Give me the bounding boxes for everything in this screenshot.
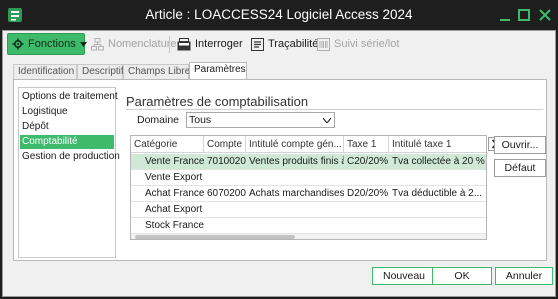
tab-identification[interactable]: Identification [13,64,77,80]
cell-compte [204,202,246,218]
accounting-grid: Catégorie Compte Intitulé compte gén... … [130,135,487,240]
article-dialog: Fonctions Nomenclature Interroger Traçab… [2,30,556,297]
fonctions-label: Fonctions [28,38,76,50]
chevron-down-icon [323,118,331,123]
cell-compte [204,170,246,186]
cell-categorie: Vente Export [145,172,203,183]
sidebar-item-options-traitement[interactable]: Options de traitement [20,90,118,104]
column-header-intitule-taxe1[interactable]: Intitulé taxe 1 [389,136,486,153]
cell-intitule-taxe1 [389,218,486,234]
sidebar-item-depot[interactable]: Dépôt [20,120,114,134]
cell-intitule-compte: Ventes produits finis à... [249,156,344,167]
nouveau-button[interactable]: Nouveau [372,267,436,285]
parameter-categories-list: Options de traitement Logistique Dépôt C… [18,87,120,258]
sidebar-item-logistique[interactable]: Logistique [20,105,114,119]
cell-intitule-compte: Achats marchandises ... [249,188,344,199]
cell-intitule-taxe1 [389,202,486,218]
cell-categorie: Stock France [145,220,204,231]
sidebar-item-comptabilite[interactable]: Comptabilité [20,135,114,149]
section-title: Paramètres de comptabilisation [126,94,309,109]
toolbar: Fonctions Nomenclature Interroger Traçab… [3,31,555,58]
cell-taxe1 [344,218,389,234]
suivi-serie-lot-button[interactable]: Suivi série/lot [313,33,403,55]
cell-taxe1: C20/20% [347,156,389,167]
defaut-button[interactable]: Défaut [494,159,546,177]
column-header-intitule-compte[interactable]: Intitulé compte gén... [246,136,344,153]
cell-categorie: Achat France [145,188,204,199]
tab-champs-libres[interactable]: Champs Libres [123,64,195,80]
section-divider [126,109,543,110]
tracabilite-label: Traçabilité [268,38,319,50]
sidebar-item-gestion-production[interactable]: Gestion de production [20,150,120,164]
table-row[interactable]: Achat France 60702000 Achats marchandise… [131,186,486,202]
close-icon[interactable] [534,4,556,26]
nomenclature-label: Nomenclature [108,38,177,50]
title-bar: Article : LOACCESS24 Logiciel Access 202… [0,0,558,30]
horizontal-scrollbar[interactable] [131,234,486,239]
barcode-icon [317,37,330,51]
gear-icon [12,38,24,50]
cell-taxe1 [344,170,389,186]
domain-value: Tous [189,114,212,126]
annuler-button[interactable]: Annuler [495,267,553,285]
ok-button[interactable]: OK [432,267,492,285]
grid-header: Catégorie Compte Intitulé compte gén... … [131,136,486,153]
cell-intitule-compte [246,218,344,234]
cell-intitule-compte [246,202,344,218]
tab-parametres[interactable]: Paramètres [189,62,247,80]
table-row[interactable]: Vente Export [131,170,486,186]
domain-select[interactable]: Tous [186,112,335,128]
toolbar-separator [169,36,170,53]
parametres-panel: Options de traitement Logistique Dépôt C… [13,79,547,261]
table-row[interactable]: Achat Export [131,202,486,218]
cell-compte [204,218,246,234]
fonctions-button[interactable]: Fonctions [7,33,87,55]
nomenclature-button[interactable]: Nomenclature [87,33,180,55]
maximize-icon[interactable] [513,4,535,26]
traceability-icon [251,37,264,51]
cell-intitule-taxe1: Tva déductible à 2... [392,188,483,199]
cell-compte: 60702000 [207,188,246,199]
cell-taxe1 [344,202,389,218]
column-header-categorie[interactable]: Catégorie [131,136,204,153]
interroger-button[interactable]: Interroger [173,33,247,55]
ouvrir-button[interactable]: Ouvrir... [494,136,546,154]
column-header-taxe1[interactable]: Taxe 1 [344,136,389,153]
cell-intitule-taxe1 [389,170,486,186]
tab-descriptif[interactable]: Descriptif [77,64,124,80]
tracabilite-button[interactable]: Traçabilité [247,33,322,55]
table-row[interactable]: Stock France [131,218,486,234]
cash-register-icon [177,37,191,50]
domain-label: Domaine [137,114,180,126]
column-header-compte[interactable]: Compte [204,136,246,153]
cell-intitule-taxe1: Tva collectée à 20 % [392,156,485,167]
cell-compte: 70100200 [207,156,246,167]
chevron-down-icon [79,41,87,47]
table-row[interactable]: Vente France 70100200 Ventes produits fi… [131,154,486,170]
cell-categorie: Vente France [145,156,204,167]
cell-taxe1: D20/20% [347,188,389,199]
interroger-label: Interroger [195,38,243,50]
window-title: Article : LOACCESS24 Logiciel Access 202… [145,7,413,22]
scrollbar-thumb[interactable] [135,235,295,239]
cell-categorie: Achat Export [145,204,203,215]
suivi-label: Suivi série/lot [334,38,400,50]
cell-intitule-compte [246,170,344,186]
hierarchy-icon [91,37,104,50]
